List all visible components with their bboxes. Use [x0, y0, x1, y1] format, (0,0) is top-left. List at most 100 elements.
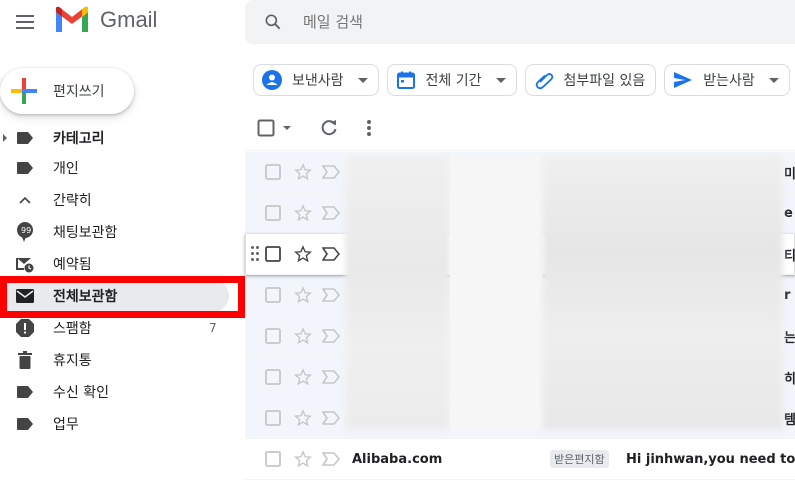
send-icon — [673, 70, 693, 90]
sidebar-item-label: 간략히 — [53, 193, 92, 209]
message-subject: Hi jinhwan,you need to see — [626, 451, 795, 467]
row-checkbox[interactable] — [263, 367, 283, 387]
sidebar-item-label: 휴지통 — [53, 353, 92, 369]
refresh-button[interactable] — [313, 112, 345, 144]
star-icon[interactable] — [293, 408, 313, 428]
search-icon[interactable] — [263, 12, 283, 32]
importance-marker-icon[interactable] — [321, 162, 341, 182]
message-row[interactable]: Alibaba.com 받은편지함 Hi jinhwan,you need to… — [245, 439, 795, 480]
label-icon — [15, 128, 35, 148]
sidebar-item-label: 예약됨 — [53, 257, 92, 273]
importance-marker-icon[interactable] — [321, 244, 341, 264]
person-icon — [262, 70, 282, 90]
star-icon[interactable] — [293, 244, 313, 264]
select-dropdown-button[interactable] — [279, 112, 295, 144]
sidebar-item-scheduled[interactable]: 예약됨 — [0, 248, 245, 280]
sidebar-item-personal[interactable]: 개인 — [0, 152, 245, 184]
redacted-gap-area — [450, 155, 543, 430]
mail-icon — [15, 286, 35, 306]
inbox-label-badge: 받은편지함 — [550, 450, 609, 468]
sidebar-item-label: 수신 확인 — [53, 385, 109, 401]
sidebar-item-all-mail[interactable]: 전체보관함 — [0, 280, 245, 312]
redacted-sender-area — [345, 155, 450, 430]
row-checkbox[interactable] — [263, 326, 283, 346]
star-icon[interactable] — [293, 449, 313, 469]
main-menu-button[interactable] — [12, 8, 40, 36]
label-icon — [15, 158, 35, 178]
filter-chip-label: 전체 기간 — [425, 73, 482, 89]
redacted-subject-area — [543, 155, 783, 430]
message-sender: Alibaba.com — [352, 451, 443, 467]
hamburger-line — [16, 27, 34, 29]
row-text-fragment: 히 — [784, 371, 795, 387]
sidebar-item-chats[interactable]: 99 채팅보관함 — [0, 216, 245, 248]
row-checkbox[interactable] — [263, 449, 283, 469]
chevron-down-icon — [495, 77, 506, 83]
search-filter-chips: 보낸사람 전체 기간 첨부파일 있음 받는사람 — [253, 64, 790, 96]
list-toolbar — [253, 112, 795, 144]
importance-marker-icon[interactable] — [321, 408, 341, 428]
chat-icon: 99 — [15, 222, 35, 242]
row-checkbox[interactable] — [263, 408, 283, 428]
row-checkbox[interactable] — [263, 285, 283, 305]
sidebar-item-spam[interactable]: 스팸함 7 — [0, 312, 245, 344]
sidebar-item-less[interactable]: 간략히 — [0, 184, 245, 216]
scheduled-icon — [15, 254, 35, 274]
chevron-down-icon — [283, 126, 291, 130]
sidebar-item-label: 업무 — [53, 417, 79, 433]
importance-marker-icon[interactable] — [321, 285, 341, 305]
row-checkbox[interactable] — [263, 244, 283, 264]
star-icon[interactable] — [293, 326, 313, 346]
compose-button[interactable]: 편지쓰기 — [0, 68, 134, 114]
row-text-fragment: 티 — [784, 248, 795, 264]
sidebar-item-label: 개인 — [53, 161, 79, 177]
sidebar-item-work[interactable]: 업무 — [0, 408, 245, 440]
more-vert-icon — [367, 120, 371, 136]
top-bar: Gmail — [0, 0, 795, 48]
row-text-fragment: 템 — [784, 412, 795, 428]
app-title: Gmail — [100, 7, 158, 32]
row-checkbox[interactable] — [263, 162, 283, 182]
filter-chip-from[interactable]: 보낸사람 — [253, 64, 379, 96]
svg-text:99: 99 — [21, 226, 31, 235]
filter-chip-label: 보낸사람 — [292, 73, 344, 89]
filter-chip-attachment[interactable]: 첨부파일 있음 — [524, 64, 657, 96]
select-all-checkbox[interactable] — [253, 112, 279, 144]
calendar-icon — [396, 70, 416, 90]
filter-chip-label: 받는사람 — [703, 73, 755, 89]
hamburger-line — [16, 21, 34, 23]
spam-count-badge: 7 — [209, 321, 217, 335]
filter-chip-label: 첨부파일 있음 — [563, 73, 646, 89]
chevron-down-icon — [357, 77, 368, 83]
filter-chip-date[interactable]: 전체 기간 — [386, 64, 517, 96]
row-text-fragment: 미 — [784, 166, 795, 182]
importance-marker-icon[interactable] — [321, 367, 341, 387]
more-options-button[interactable] — [353, 112, 385, 144]
row-text-fragment: e — [784, 205, 793, 221]
gmail-logo[interactable]: Gmail — [54, 4, 157, 36]
sidebar-item-read-receipt[interactable]: 수신 확인 — [0, 376, 245, 408]
label-icon — [15, 414, 35, 434]
sidebar-item-trash[interactable]: 휴지통 — [0, 344, 245, 376]
sidebar-nav: 카테고리 개인 간략히 99 채팅보관함 예약됨 전체보관함 스팸함 7 휴지통… — [0, 124, 245, 440]
row-checkbox[interactable] — [263, 203, 283, 223]
trash-icon — [15, 350, 35, 370]
divider — [245, 150, 795, 151]
sidebar-item-label: 스팸함 — [53, 321, 92, 337]
drag-handle-icon[interactable] — [251, 246, 259, 262]
filter-chip-to[interactable]: 받는사람 — [664, 64, 790, 96]
star-icon[interactable] — [293, 367, 313, 387]
plus-icon — [11, 78, 37, 104]
expand-arrow-icon[interactable] — [3, 134, 7, 142]
star-icon[interactable] — [293, 162, 313, 182]
search-bar[interactable] — [245, 0, 795, 44]
search-input[interactable] — [301, 12, 705, 32]
refresh-icon — [321, 120, 337, 136]
star-icon[interactable] — [293, 203, 313, 223]
row-text-fragment: 는 — [784, 330, 795, 346]
importance-marker-icon[interactable] — [321, 203, 341, 223]
sidebar-item-categories[interactable]: 카테고리 — [0, 124, 245, 152]
importance-marker-icon[interactable] — [321, 449, 341, 469]
importance-marker-icon[interactable] — [321, 326, 341, 346]
star-icon[interactable] — [293, 285, 313, 305]
